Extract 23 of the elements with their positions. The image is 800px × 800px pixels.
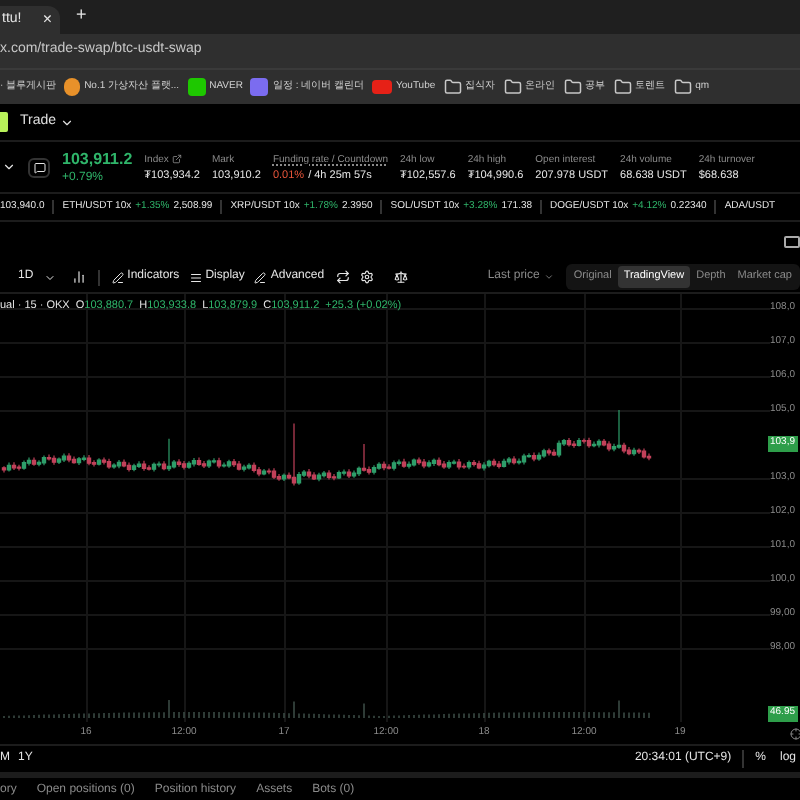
folder-icon [613,78,632,96]
logo-icon [0,112,8,132]
folder-icon [443,78,462,96]
chevron-icon [43,271,56,283]
chat-button[interactable] [28,157,50,177]
lines-icon [189,271,202,283]
external-link-icon [172,154,183,164]
settings-icon[interactable] [360,270,375,284]
folder-icon [563,78,582,96]
new-tab-button[interactable]: + [76,1,87,28]
chevron-icon [543,272,554,282]
crosshair-icon[interactable] [790,728,800,740]
folder-icon [673,78,692,96]
folder-icon [503,78,522,96]
swap-icon[interactable] [336,270,351,284]
panel-icon[interactable] [784,236,800,248]
chevron-icon [60,115,75,129]
pen-icon [254,271,267,283]
chat-icon [33,161,45,173]
chevron-icon[interactable] [2,160,16,174]
close-icon[interactable]: × [42,8,52,32]
last-price: 103,911.2 [62,149,133,169]
scale-icon[interactable] [394,270,409,284]
